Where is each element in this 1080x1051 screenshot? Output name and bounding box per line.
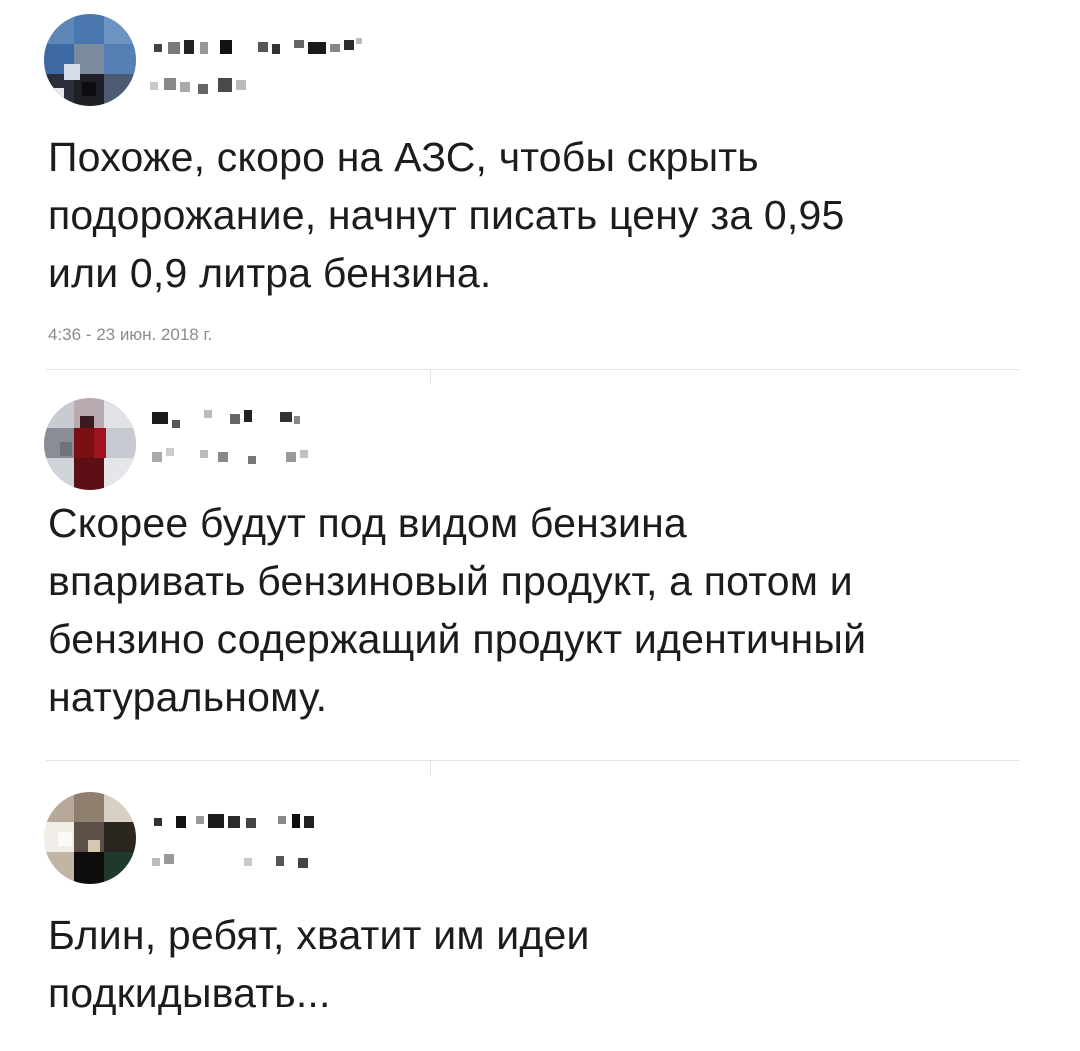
tweet-text-3: Блин, ребят, хватит им идеи подкидывать.… bbox=[48, 912, 590, 1016]
tweet-divider bbox=[46, 369, 1020, 370]
author-avatar-2[interactable] bbox=[44, 398, 136, 490]
tweet-2: Скорее будут под видом бензина впаривать… bbox=[0, 380, 1080, 760]
author-name-blurred[interactable] bbox=[148, 406, 328, 432]
author-handle-blurred[interactable] bbox=[148, 74, 268, 96]
blurred-avatar-icon bbox=[44, 398, 136, 490]
blurred-avatar-icon bbox=[44, 14, 136, 106]
tweet-3: Блин, ребят, хватит им идеи подкидывать.… bbox=[0, 770, 1080, 1051]
author-handle-blurred[interactable] bbox=[148, 850, 328, 872]
author-avatar-1[interactable] bbox=[44, 14, 136, 106]
author-handle-blurred[interactable] bbox=[148, 446, 328, 468]
tweet-divider bbox=[46, 760, 1020, 761]
blurred-avatar-icon bbox=[44, 792, 136, 884]
tweet-text-1: Похоже, скоро на АЗС, чтобы скрыть подор… bbox=[48, 134, 845, 296]
tweet-timestamp[interactable]: 4:36 - 23 июн. 2018 г. bbox=[48, 325, 212, 345]
author-name-blurred[interactable] bbox=[148, 36, 408, 62]
author-avatar-3[interactable] bbox=[44, 792, 136, 884]
author-name-blurred[interactable] bbox=[148, 810, 408, 836]
tweet-text-2: Скорее будут под видом бензина впаривать… bbox=[48, 500, 867, 720]
tweet-1: Похоже, скоро на АЗС, чтобы скрыть подор… bbox=[0, 0, 1080, 360]
